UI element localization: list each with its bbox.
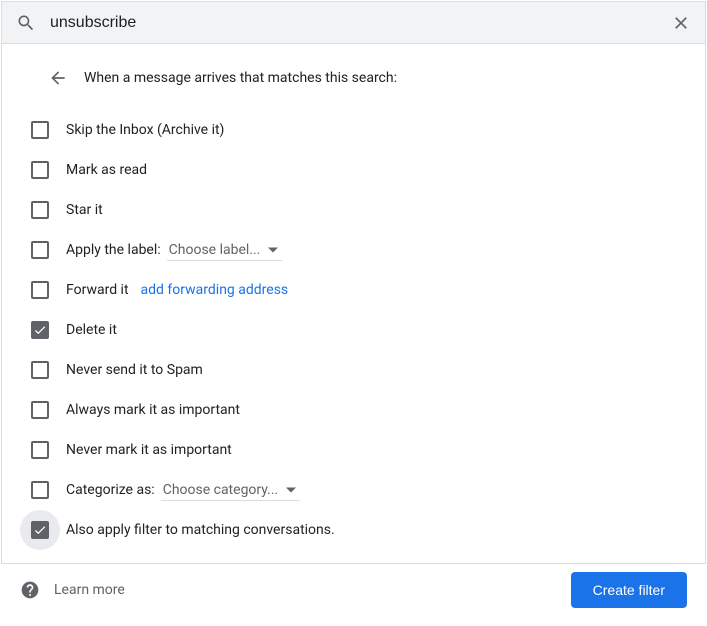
checkbox-never-spam[interactable]	[20, 350, 60, 390]
label-apply-label: Apply the label:	[66, 242, 161, 258]
dropdown-categorize[interactable]: Choose category...	[161, 480, 301, 501]
label-delete: Delete it	[66, 322, 117, 338]
checkbox-forward[interactable]	[20, 270, 60, 310]
filter-body: When a message arrives that matches this…	[2, 44, 705, 626]
label-always-important: Always mark it as important	[66, 402, 240, 418]
label-skip-inbox: Skip the Inbox (Archive it)	[66, 122, 224, 138]
search-bar	[2, 2, 705, 44]
checkbox-apply-label[interactable]	[20, 230, 60, 270]
filter-dialog: When a message arrives that matches this…	[1, 1, 706, 564]
header-row: When a message arrives that matches this…	[20, 62, 687, 110]
checkmark-icon	[33, 323, 47, 337]
back-arrow-icon[interactable]	[48, 68, 68, 88]
option-apply-label: Apply the label: Choose label...	[20, 230, 687, 270]
label-never-spam: Never send it to Spam	[66, 362, 203, 378]
option-categorize: Categorize as: Choose category...	[20, 470, 687, 510]
checkbox-mark-read[interactable]	[20, 150, 60, 190]
header-text: When a message arrives that matches this…	[84, 70, 397, 86]
checkbox-also-apply[interactable]	[20, 510, 60, 550]
learn-more-link[interactable]: Learn more	[54, 582, 125, 598]
checkbox-delete[interactable]	[20, 310, 60, 350]
dropdown-apply-label[interactable]: Choose label...	[167, 240, 283, 261]
option-forward: Forward it add forwarding address	[20, 270, 687, 310]
label-categorize: Categorize as:	[66, 482, 155, 498]
footer-left: Learn more	[20, 580, 125, 600]
caret-down-icon	[286, 485, 296, 495]
link-forwarding-address[interactable]: add forwarding address	[141, 282, 289, 298]
create-filter-button[interactable]: Create filter	[571, 572, 687, 608]
caret-down-icon	[268, 245, 278, 255]
option-never-spam: Never send it to Spam	[20, 350, 687, 390]
option-never-important: Never mark it as important	[20, 430, 687, 470]
checkbox-always-important[interactable]	[20, 390, 60, 430]
label-also-apply: Also apply filter to matching conversati…	[66, 522, 335, 538]
label-star: Star it	[66, 202, 103, 218]
footer-row: Learn more Create filter	[20, 550, 687, 608]
dropdown-categorize-text: Choose category...	[163, 482, 279, 498]
option-also-apply: Also apply filter to matching conversati…	[20, 510, 687, 550]
dropdown-apply-label-text: Choose label...	[169, 242, 261, 258]
option-star: Star it	[20, 190, 687, 230]
checkbox-categorize[interactable]	[20, 470, 60, 510]
label-never-important: Never mark it as important	[66, 442, 232, 458]
option-mark-read: Mark as read	[20, 150, 687, 190]
checkbox-skip-inbox[interactable]	[20, 110, 60, 150]
search-icon	[16, 13, 36, 33]
label-forward: Forward it	[66, 282, 129, 298]
option-delete: Delete it	[20, 310, 687, 350]
checkbox-never-important[interactable]	[20, 430, 60, 470]
checkbox-star[interactable]	[20, 190, 60, 230]
label-mark-read: Mark as read	[66, 162, 147, 178]
option-skip-inbox: Skip the Inbox (Archive it)	[20, 110, 687, 150]
search-input[interactable]	[36, 14, 671, 32]
option-always-important: Always mark it as important	[20, 390, 687, 430]
help-icon[interactable]	[20, 580, 40, 600]
close-icon[interactable]	[671, 13, 691, 33]
checkmark-icon	[33, 523, 47, 537]
